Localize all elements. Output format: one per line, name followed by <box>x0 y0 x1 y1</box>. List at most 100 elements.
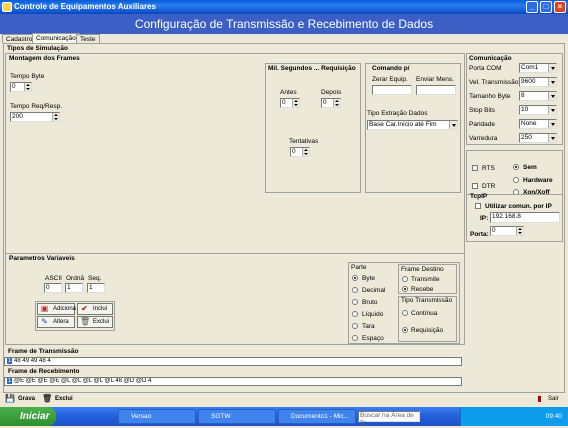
tempo-req-input[interactable]: 200 <box>10 112 60 122</box>
spin-icon[interactable] <box>516 227 523 235</box>
altera-button[interactable]: ✎ Altera <box>37 316 75 328</box>
parte-liquido-label: Líquido <box>362 311 384 318</box>
parte-byte-radio[interactable] <box>352 275 358 281</box>
exclui-button[interactable]: 🗑 Exclui <box>40 394 76 406</box>
taskbar-item-versao[interactable]: Versao <box>118 409 196 424</box>
antes-input[interactable]: 0 <box>280 98 300 108</box>
chevron-down-icon[interactable] <box>449 121 457 129</box>
seq-input[interactable]: 1 <box>87 283 105 293</box>
minimize-button[interactable]: _ <box>526 1 538 13</box>
ascii-input[interactable]: 0 <box>44 283 62 293</box>
ordem-label: Ordnâ <box>66 275 85 282</box>
sem-label: Sem <box>523 164 537 171</box>
porta-com-select[interactable]: Com1 <box>519 63 557 73</box>
zerar-label: Zerar Equip. <box>372 76 408 83</box>
parte-espaco-radio[interactable] <box>352 335 358 341</box>
porta-com-label: Porta COM <box>469 65 502 72</box>
varredura-select[interactable]: 250 <box>519 133 557 143</box>
enviar-label: Enviar Mens. <box>416 76 454 83</box>
continua-radio[interactable] <box>402 310 408 316</box>
tipo-extracao-label: Tipo Extração Dados <box>367 110 428 117</box>
frame-recebimento-data: @E @E @E @E @L @L @L @L @L 46 @D @D 4 <box>14 378 152 384</box>
antes-label: Antes <box>280 89 297 96</box>
transmite-radio[interactable] <box>402 276 408 282</box>
sair-button[interactable]: ▮ Sair <box>533 394 563 406</box>
close-button[interactable]: × <box>554 1 566 13</box>
stop-select[interactable]: 10 <box>519 105 557 115</box>
continua-label: Contínua <box>411 310 438 317</box>
frame-transmissao-list[interactable]: 1 48 49 49 48 4 <box>4 357 462 366</box>
tipo-transmissao-title: Tipo Transmissão <box>401 297 453 304</box>
utilizar-ip-checkbox[interactable] <box>475 203 481 209</box>
ip-input[interactable]: 192.168.8 <box>490 212 560 223</box>
start-button[interactable]: Iniciar <box>0 407 56 426</box>
chevron-down-icon[interactable] <box>548 92 556 100</box>
system-tray: 09:40 <box>460 407 568 426</box>
tab-teste[interactable]: Teste <box>76 34 100 43</box>
chevron-down-icon[interactable] <box>548 106 556 114</box>
seq-label: Seq. <box>88 275 102 282</box>
parte-decimal-label: Decimal <box>362 287 386 294</box>
spin-icon[interactable] <box>24 83 31 91</box>
parte-decimal-radio[interactable] <box>352 287 358 293</box>
spin-icon[interactable] <box>333 99 340 107</box>
sem-radio[interactable] <box>513 164 519 170</box>
chevron-down-icon[interactable] <box>548 78 556 86</box>
hardware-label: Hardware <box>523 177 553 184</box>
frame-recebimento-list[interactable]: 1 @E @E @E @E @L @L @L @L @L 46 @D @D 4 <box>4 377 462 386</box>
title-bar: Controle de Equipamentos Auxiliares _ □ … <box>0 0 568 14</box>
requisicao-label: Requisição <box>411 327 444 334</box>
maximize-button[interactable]: □ <box>540 1 552 13</box>
porta-ip-input[interactable]: 0 <box>490 226 524 236</box>
vel-select[interactable]: 9600 <box>519 77 557 87</box>
tentativas-input[interactable]: 0 <box>290 147 310 157</box>
requisicao-radio[interactable] <box>402 327 408 333</box>
rts-checkbox[interactable] <box>472 165 478 171</box>
parte-tara-radio[interactable] <box>352 323 358 329</box>
enviar-input[interactable] <box>416 85 456 95</box>
taskbar-item-sgtw[interactable]: SGTW <box>198 409 276 424</box>
parte-liquido-radio[interactable] <box>352 311 358 317</box>
ascii-label: ASCII <box>45 275 62 282</box>
chevron-down-icon[interactable] <box>548 64 556 72</box>
parte-bruto-label: Bruto <box>362 299 378 306</box>
frame-index: 1 <box>7 378 13 384</box>
tcpip-title: TcpIP <box>470 193 488 200</box>
tab-comunicacao[interactable]: Comunicação <box>32 33 80 43</box>
milisegundos-panel <box>265 63 361 193</box>
tipos-simulacao-label: Tipos de Simulação <box>7 45 68 52</box>
paridade-select[interactable]: None <box>519 119 557 129</box>
app-icon <box>2 2 12 12</box>
chevron-down-icon[interactable] <box>548 120 556 128</box>
zerar-input[interactable] <box>372 85 412 95</box>
save-icon: 💾 <box>5 394 15 403</box>
chevron-down-icon[interactable] <box>548 134 556 142</box>
parametros-title: Parametros Variaveis <box>9 255 75 262</box>
parte-title: Parte <box>351 264 367 271</box>
dtr-checkbox[interactable] <box>472 183 478 189</box>
taskbar-item-documento[interactable]: Documento1 - Mic... <box>278 409 356 424</box>
tempo-byte-input[interactable]: 0 <box>10 82 32 92</box>
dtr-label: DTR <box>482 183 496 190</box>
parte-bruto-radio[interactable] <box>352 299 358 305</box>
spin-icon[interactable] <box>292 99 299 107</box>
ordem-input[interactable]: 1 <box>65 283 83 293</box>
adiciona-button[interactable]: ▣ Adiciona <box>37 303 76 315</box>
depois-input[interactable]: 0 <box>321 98 341 108</box>
taskbar: Iniciar Versao SGTW Documento1 - Mic... … <box>0 407 568 427</box>
exclui-param-button[interactable]: 🗑 Exclui <box>77 316 113 328</box>
hardware-radio[interactable] <box>513 177 519 183</box>
frame-transmissao-data: 48 49 49 48 4 <box>14 358 51 364</box>
taskbar-search-input[interactable]: Buscar na Área de Tr <box>358 411 420 427</box>
ip-label: IP: <box>480 215 489 222</box>
porta-ip-label: Porta: <box>470 231 489 238</box>
recebe-radio[interactable] <box>402 286 408 292</box>
parte-tara-label: Tara <box>362 323 375 330</box>
spin-icon[interactable] <box>302 148 309 156</box>
spin-icon[interactable] <box>52 113 59 121</box>
inclui-button[interactable]: ✔ Inclui <box>77 303 113 315</box>
tamanho-select[interactable]: 8 <box>519 91 557 101</box>
grava-button[interactable]: 💾 Grava <box>3 394 37 406</box>
tipo-extracao-select[interactable]: Base Car.Início até Fim <box>367 120 458 130</box>
tempo-byte-label: Tempo Byte <box>10 73 45 80</box>
